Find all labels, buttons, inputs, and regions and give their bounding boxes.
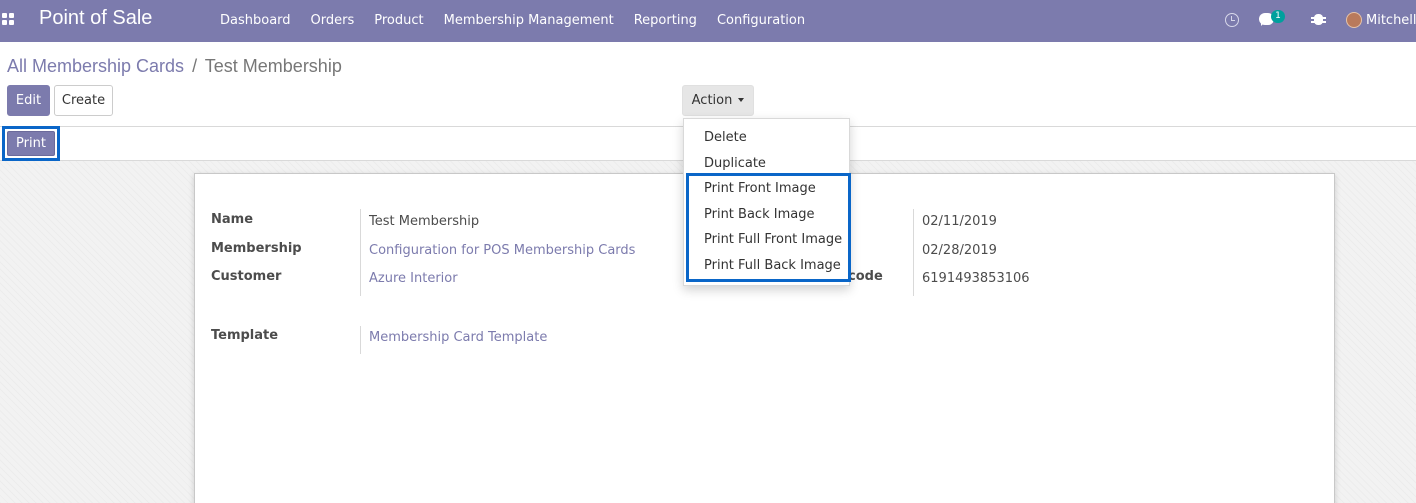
print-button-highlight (2, 126, 60, 161)
user-avatar[interactable] (1346, 12, 1362, 28)
field-divider (360, 209, 361, 296)
membership-label: Membership (211, 241, 302, 256)
chat-count-badge: 1 (1271, 10, 1285, 23)
field-divider (360, 326, 361, 354)
breadcrumb-current: Test Membership (204, 56, 342, 76)
user-name[interactable]: Mitchell (1366, 0, 1416, 42)
menu-item-delete[interactable]: Delete (704, 130, 747, 145)
breadcrumb-parent[interactable]: All Membership Cards (7, 56, 184, 76)
action-button-label: Action (691, 93, 733, 108)
action-dropdown-button[interactable]: Action (682, 85, 754, 116)
edit-button[interactable]: Edit (7, 85, 50, 116)
print-options-highlight (686, 173, 851, 282)
menu-product[interactable]: Product (364, 0, 433, 42)
customer-label: Customer (211, 269, 282, 284)
customer-value-link[interactable]: Azure Interior (369, 271, 458, 286)
menu-orders[interactable]: Orders (301, 0, 365, 42)
template-value-link[interactable]: Membership Card Template (369, 330, 547, 345)
menu-dashboard[interactable]: Dashboard (210, 0, 301, 42)
app-brand-title[interactable]: Point of Sale (39, 7, 152, 30)
debug-bug-icon[interactable] (1311, 14, 1326, 25)
menu-reporting[interactable]: Reporting (624, 0, 707, 42)
barcode-value[interactable]: 6191493853106 (922, 271, 1030, 286)
menu-membership-management[interactable]: Membership Management (434, 0, 624, 42)
top-navbar: Point of Sale Dashboard Orders Product M… (0, 0, 1416, 42)
template-label: Template (211, 328, 279, 343)
breadcrumb: All Membership Cards / Test Membership (7, 56, 342, 77)
menu-item-duplicate[interactable]: Duplicate (704, 156, 766, 171)
membership-value-link[interactable]: Configuration for POS Membership Cards (369, 243, 635, 258)
name-label: Name (211, 212, 254, 227)
caret-down-icon (738, 97, 745, 102)
apps-grid-icon[interactable] (2, 13, 14, 25)
start-date-value[interactable]: 02/11/2019 (922, 214, 997, 229)
barcode-label: code (848, 269, 883, 284)
field-divider (913, 209, 914, 296)
main-menu: Dashboard Orders Product Membership Mana… (210, 0, 815, 42)
end-date-value[interactable]: 02/28/2019 (922, 243, 997, 258)
create-button[interactable]: Create (54, 85, 113, 116)
name-value[interactable]: Test Membership (369, 214, 479, 229)
menu-configuration[interactable]: Configuration (707, 0, 815, 42)
activity-clock-icon[interactable] (1225, 13, 1239, 27)
breadcrumb-separator: / (192, 56, 198, 76)
